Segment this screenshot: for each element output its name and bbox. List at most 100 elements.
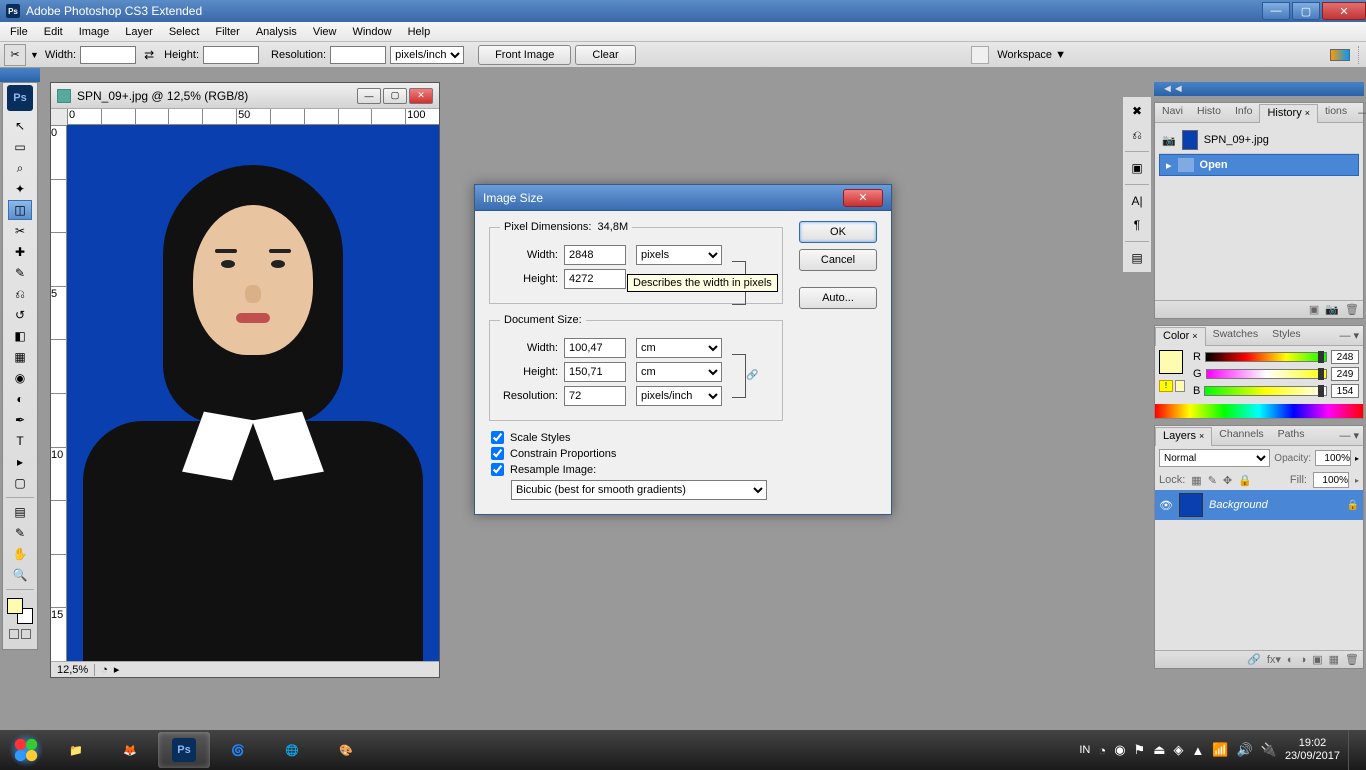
- tray-action-center-icon[interactable]: ⚑: [1134, 742, 1146, 758]
- hand-tool[interactable]: ✋: [8, 544, 32, 564]
- clone-panel-icon[interactable]: ⎌: [1125, 125, 1149, 145]
- tray-network-icon[interactable]: 📶: [1212, 742, 1228, 758]
- tray-icon-1[interactable]: ◔: [1098, 743, 1106, 758]
- layer-style-icon[interactable]: fx▾: [1267, 653, 1281, 666]
- ok-button[interactable]: OK: [799, 221, 877, 243]
- menu-edit[interactable]: Edit: [36, 24, 71, 40]
- menu-select[interactable]: Select: [161, 24, 208, 40]
- layer-background[interactable]: 👁 Background 🔒: [1155, 490, 1363, 520]
- constrain-checkbox[interactable]: [491, 447, 504, 460]
- tab-paths[interactable]: Paths: [1271, 426, 1312, 445]
- link-layers-icon[interactable]: 🔗: [1247, 653, 1261, 666]
- doc-width-input[interactable]: [564, 338, 626, 358]
- resample-checkbox[interactable]: [491, 463, 504, 476]
- tray-power-icon[interactable]: 🔌: [1261, 742, 1277, 758]
- layer-comps-icon[interactable]: ▤: [1125, 248, 1149, 268]
- tab-actions[interactable]: tions: [1318, 103, 1354, 122]
- heal-tool[interactable]: ✚: [8, 242, 32, 262]
- doc-close-button[interactable]: ✕: [409, 88, 433, 104]
- paint-task-icon[interactable]: 🎨: [320, 732, 372, 768]
- slice-tool[interactable]: ✂: [8, 221, 32, 241]
- tray-nvidia-icon[interactable]: ◈: [1174, 742, 1184, 758]
- r-value-input[interactable]: [1331, 350, 1359, 364]
- chrome-task-icon[interactable]: 🌐: [266, 732, 318, 768]
- height-input[interactable]: [203, 46, 259, 64]
- wand-tool[interactable]: ✦: [8, 179, 32, 199]
- tab-navigator[interactable]: Navi: [1155, 103, 1190, 122]
- pen-tool[interactable]: ✒: [8, 410, 32, 430]
- lasso-tool[interactable]: ⌕: [8, 158, 32, 178]
- menu-view[interactable]: View: [305, 24, 345, 40]
- blur-tool[interactable]: ◉: [8, 368, 32, 388]
- document-titlebar[interactable]: SPN_09+.jpg @ 12,5% (RGB/8) — ▢ ✕: [51, 83, 439, 109]
- lock-all-icon[interactable]: 🔒: [1238, 474, 1252, 487]
- fill-arrow-icon[interactable]: ▸: [1355, 476, 1359, 485]
- gamut-warning-icon[interactable]: !: [1159, 380, 1173, 392]
- brush-tool[interactable]: ✎: [8, 263, 32, 283]
- brushes-panel-icon[interactable]: ✖: [1125, 101, 1149, 121]
- safe-color-swatch[interactable]: [1175, 380, 1185, 392]
- clear-button[interactable]: Clear: [575, 45, 635, 65]
- status-menu-icon[interactable]: ▸: [114, 663, 120, 676]
- doc-width-unit-select[interactable]: cm: [636, 338, 722, 358]
- tab-channels[interactable]: Channels: [1212, 426, 1270, 445]
- swap-dimensions-icon[interactable]: ⇄: [140, 48, 158, 62]
- chevron-down-icon[interactable]: ▼: [30, 50, 39, 60]
- system-clock[interactable]: 19:02 23/09/2017: [1285, 737, 1340, 763]
- crop-tool[interactable]: ◫: [8, 200, 32, 220]
- b-slider[interactable]: [1204, 386, 1327, 396]
- resolution-unit-select[interactable]: pixels/inch: [390, 46, 464, 64]
- scale-styles-checkbox[interactable]: [491, 431, 504, 444]
- tab-layers[interactable]: Layers×: [1155, 427, 1212, 446]
- tab-histogram[interactable]: Histo: [1190, 103, 1228, 122]
- auto-button[interactable]: Auto...: [799, 287, 877, 309]
- tab-info[interactable]: Info: [1228, 103, 1260, 122]
- menu-layer[interactable]: Layer: [117, 24, 161, 40]
- menu-analysis[interactable]: Analysis: [248, 24, 305, 40]
- menu-help[interactable]: Help: [400, 24, 439, 40]
- explorer-task-icon[interactable]: 📁: [50, 732, 102, 768]
- lock-transparent-icon[interactable]: ▦: [1191, 474, 1201, 487]
- character-panel-icon[interactable]: A|: [1125, 191, 1149, 211]
- px-width-input[interactable]: [564, 245, 626, 265]
- doc-maximize-button[interactable]: ▢: [383, 88, 407, 104]
- doc-minimize-button[interactable]: —: [357, 88, 381, 104]
- start-button[interactable]: [4, 732, 48, 768]
- maximize-button[interactable]: ▢: [1292, 2, 1320, 20]
- width-input[interactable]: [80, 46, 136, 64]
- gradient-tool[interactable]: ▦: [8, 347, 32, 367]
- workspace-menu[interactable]: Workspace ▼: [971, 46, 1066, 64]
- doc-res-input[interactable]: [564, 386, 626, 406]
- paragraph-panel-icon[interactable]: ¶: [1125, 215, 1149, 235]
- close-button[interactable]: ✕: [1322, 2, 1366, 20]
- new-snapshot-icon[interactable]: 📷: [1325, 303, 1339, 316]
- tray-icon-2[interactable]: ◉: [1114, 742, 1125, 758]
- new-doc-icon[interactable]: ▣: [1309, 303, 1319, 316]
- path-select-tool[interactable]: ▸: [8, 452, 32, 472]
- language-indicator[interactable]: IN: [1079, 744, 1090, 756]
- panel-menu-icon[interactable]: ▾: [1353, 329, 1359, 342]
- opacity-input[interactable]: [1315, 450, 1351, 466]
- tray-volume-icon[interactable]: 🔊: [1237, 742, 1253, 758]
- resample-method-select[interactable]: Bicubic (best for smooth gradients): [511, 480, 767, 500]
- visibility-icon[interactable]: 👁: [1159, 498, 1173, 512]
- dock-collapse-bar[interactable]: ◄◄: [1154, 82, 1364, 96]
- dialog-titlebar[interactable]: Image Size ✕: [475, 185, 891, 211]
- minimize-button[interactable]: —: [1262, 2, 1290, 20]
- panel-collapse-icon[interactable]: —: [1339, 430, 1350, 442]
- eyedropper-tool[interactable]: ✎: [8, 523, 32, 543]
- px-width-unit-select[interactable]: pixels: [636, 245, 722, 265]
- px-height-input[interactable]: [564, 269, 626, 289]
- app-task-icon[interactable]: 🌀: [212, 732, 264, 768]
- menu-file[interactable]: File: [2, 24, 36, 40]
- lock-position-icon[interactable]: ✥: [1223, 474, 1232, 487]
- layer-mask-icon[interactable]: ◐: [1287, 654, 1294, 666]
- marquee-tool[interactable]: ▭: [8, 137, 32, 157]
- notes-tool[interactable]: ▤: [8, 502, 32, 522]
- new-group-icon[interactable]: ▣: [1312, 653, 1322, 666]
- fill-input[interactable]: [1313, 472, 1349, 488]
- panel-collapse-icon[interactable]: —: [1358, 107, 1366, 119]
- tab-history[interactable]: History×: [1259, 104, 1318, 123]
- foreground-color-swatch[interactable]: [7, 598, 23, 614]
- resolution-input[interactable]: [330, 46, 386, 64]
